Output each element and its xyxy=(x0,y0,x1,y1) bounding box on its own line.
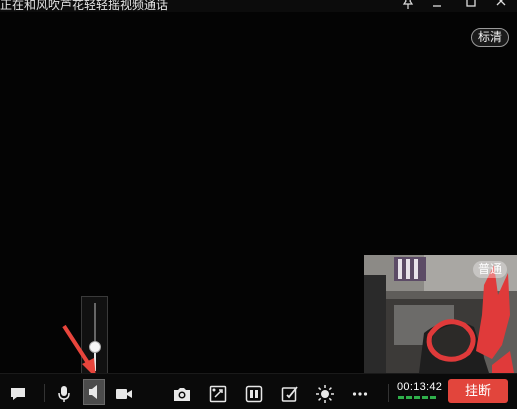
pin-icon[interactable] xyxy=(397,0,419,11)
minimize-icon[interactable] xyxy=(426,0,448,11)
screenshot-icon[interactable] xyxy=(170,383,194,405)
hangup-button[interactable]: 挂断 xyxy=(448,379,508,403)
call-duration: 00:13:42 xyxy=(397,381,443,393)
main-video-quality-badge[interactable]: 标清 xyxy=(471,28,510,47)
pip-quality-badge[interactable]: 普通 xyxy=(473,261,508,278)
divider xyxy=(44,384,45,402)
brightness-icon[interactable] xyxy=(313,383,337,405)
microphone-icon[interactable] xyxy=(52,383,76,405)
signal-strength-bar xyxy=(398,396,444,399)
layout-icon[interactable] xyxy=(242,383,266,405)
annotation-arrow xyxy=(62,324,96,378)
title-bar: 正在和风吹芦花轻轻摇视频通话 xyxy=(0,0,517,12)
divider xyxy=(388,384,389,402)
whiteboard-icon[interactable] xyxy=(278,383,302,405)
maximize-icon[interactable] xyxy=(460,0,482,11)
close-icon[interactable] xyxy=(490,0,512,11)
more-icon[interactable] xyxy=(348,383,372,405)
chat-icon[interactable] xyxy=(6,383,30,405)
effects-icon[interactable] xyxy=(206,383,230,405)
speaker-icon[interactable] xyxy=(83,379,105,405)
camera-icon[interactable] xyxy=(112,383,136,405)
